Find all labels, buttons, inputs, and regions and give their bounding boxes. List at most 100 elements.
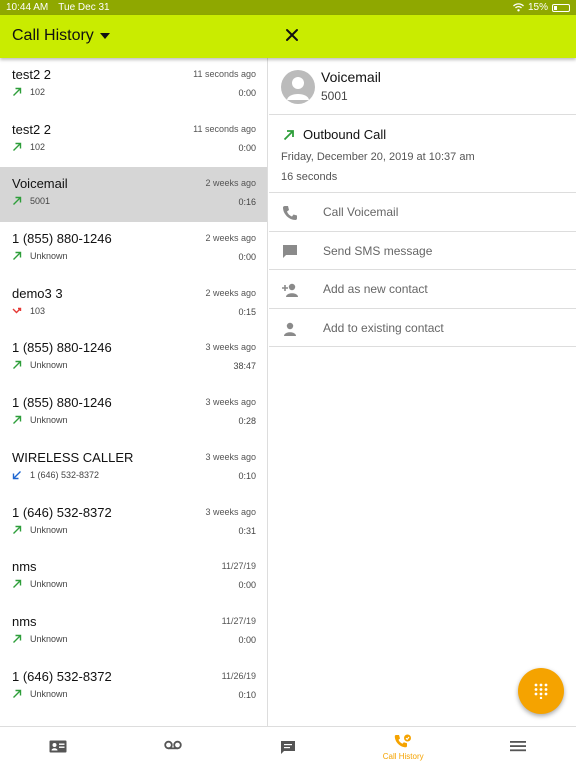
call-duration: 0:00 bbox=[238, 88, 256, 98]
call-duration: 0:15 bbox=[238, 306, 256, 317]
call-name: 1 (646) 532-8372 bbox=[12, 668, 112, 684]
status-bar: 10:44 AM Tue Dec 31 15% bbox=[0, 0, 576, 15]
call-history-icon bbox=[395, 734, 412, 748]
call-number: 103 bbox=[30, 305, 46, 316]
call-list-item[interactable]: 1 (646) 532-8372 3 weeks ago Unknown 0:31 bbox=[0, 496, 267, 551]
app-bar: Call History bbox=[0, 15, 576, 58]
outbound-arrow-icon bbox=[13, 525, 22, 534]
tab-contacts[interactable] bbox=[0, 727, 115, 768]
call-duration: 0:00 bbox=[238, 634, 256, 645]
menu-icon bbox=[510, 741, 527, 752]
chat-icon bbox=[281, 741, 295, 754]
battery-percent: 15% bbox=[527, 2, 548, 13]
call-list-item[interactable]: nms 11/27/19 Unknown 0:00 bbox=[0, 550, 267, 605]
missed-call-icon bbox=[12, 307, 22, 314]
tab-menu[interactable] bbox=[461, 727, 576, 768]
call-sub: 5001 bbox=[12, 196, 50, 206]
call-time: 11/26/19 bbox=[221, 670, 256, 681]
call-time: 3 weeks ago bbox=[205, 342, 256, 353]
call-sub: Unknown bbox=[12, 251, 68, 261]
outbound-arrow-icon bbox=[13, 197, 22, 206]
action-label: Send SMS message bbox=[323, 243, 433, 258]
call-name: Voicemail bbox=[12, 176, 68, 192]
phone-icon bbox=[283, 206, 297, 220]
call-list-item[interactable]: nms 11/27/19 Unknown 0:00 bbox=[0, 605, 267, 660]
call-sub: Unknown bbox=[12, 360, 68, 370]
call-list-item[interactable]: 1 (855) 880-1246 3 weeks ago Unknown 0:28 bbox=[0, 386, 267, 441]
call-list-item[interactable]: 1 (646) 532-8372 11/26/19 Unknown 0:10 bbox=[0, 660, 267, 715]
call-duration: 0:00 bbox=[238, 142, 256, 153]
call-number: 102 bbox=[30, 141, 46, 152]
call-sub: Unknown bbox=[12, 579, 68, 589]
call-duration: 38:47 bbox=[233, 361, 256, 372]
call-list-item[interactable]: WIRELESS CALLER 3 weeks ago 1 (646) 532-83… bbox=[0, 441, 267, 496]
call-name: 1 (855) 880-1246 bbox=[12, 231, 112, 247]
person-avatar-icon bbox=[287, 77, 309, 100]
outbound-arrow-icon bbox=[13, 361, 22, 370]
outbound-arrow-icon bbox=[283, 129, 294, 140]
call-date: Friday, December 20, 2019 at 10:37 am bbox=[281, 151, 475, 163]
avatar bbox=[281, 70, 315, 104]
tab-bar: Call History bbox=[0, 726, 576, 768]
call-list-item[interactable]: 1 (855) 880-1246 3 weeks ago Unknown 38:47 bbox=[0, 331, 267, 386]
tab-messages[interactable] bbox=[230, 727, 345, 768]
outbound-arrow-icon bbox=[13, 415, 22, 425]
call-sub: Unknown bbox=[12, 689, 68, 699]
call-duration: 0:10 bbox=[238, 470, 256, 481]
call-type-row: Outbound Call bbox=[283, 127, 386, 142]
action-label: Add to existing contact bbox=[323, 320, 444, 335]
status-time: 10:44 AM bbox=[6, 2, 49, 13]
call-duration: 16 seconds bbox=[281, 171, 338, 183]
call-list-item[interactable]: demo3 3 2 weeks ago 103 0:15 bbox=[0, 277, 267, 332]
call-list: test2 2 11 seconds ago 102 0:00 test2 2 11 se… bbox=[0, 58, 268, 726]
call-duration: 0:28 bbox=[238, 416, 256, 427]
dialpad-button[interactable] bbox=[518, 668, 564, 714]
outbound-arrow-icon bbox=[13, 87, 22, 96]
outbound-arrow-icon bbox=[13, 634, 22, 643]
add-existing-contact-action[interactable]: Add to existing contact bbox=[269, 309, 576, 347]
call-time: 3 weeks ago bbox=[205, 451, 256, 462]
call-type: Outbound Call bbox=[303, 127, 387, 142]
call-name: test2 2 bbox=[12, 121, 52, 137]
call-list-item[interactable]: 1 (855) 880-1246 2 weeks ago Unknown 0:00 bbox=[0, 222, 267, 277]
call-history-dropdown[interactable]: Call History bbox=[12, 27, 110, 45]
call-info: Outbound Call Friday, December 20, 2019 … bbox=[269, 115, 576, 193]
call-number: Unknown bbox=[30, 524, 68, 535]
call-sub: 103 bbox=[12, 306, 45, 316]
call-sub: Unknown bbox=[12, 415, 68, 425]
call-name: WIRELESS CALLER bbox=[12, 449, 134, 465]
action-label: Add as new contact bbox=[323, 282, 428, 296]
outbound-arrow-icon bbox=[13, 579, 22, 589]
call-duration: 0:10 bbox=[238, 689, 256, 700]
call-number: Unknown bbox=[30, 360, 68, 371]
outbound-arrow-icon bbox=[13, 689, 22, 698]
call-name: test2 2 bbox=[12, 67, 52, 82]
call-sub: 102 bbox=[12, 87, 45, 97]
call-list-item[interactable]: test2 2 11 seconds ago 102 0:00 bbox=[0, 113, 267, 168]
call-number: Unknown bbox=[30, 251, 68, 262]
close-icon[interactable] bbox=[282, 25, 302, 45]
call-voicemail-action[interactable]: Call Voicemail bbox=[269, 193, 576, 232]
call-number: 5001 bbox=[30, 196, 51, 207]
call-time: 11/27/19 bbox=[221, 615, 256, 626]
call-sub: 1 (646) 532-8372 bbox=[12, 470, 99, 480]
call-number: 1 (646) 532-8372 bbox=[30, 469, 100, 480]
call-duration: 0:31 bbox=[238, 525, 256, 536]
tab-call-history[interactable]: Call History bbox=[346, 727, 461, 768]
outbound-arrow-icon bbox=[13, 251, 22, 261]
call-name: 1 (646) 532-8372 bbox=[12, 504, 112, 520]
outbound-arrow-icon bbox=[13, 142, 22, 151]
action-label: Call Voicemail bbox=[323, 205, 399, 219]
call-list-item[interactable]: Voicemail 2 weeks ago 5001 0:16 bbox=[0, 167, 267, 223]
call-time: 3 weeks ago bbox=[205, 506, 256, 517]
call-name: 1 (855) 880-1246 bbox=[12, 340, 112, 356]
call-time: 2 weeks ago bbox=[205, 287, 256, 298]
call-sub: Unknown bbox=[12, 525, 68, 535]
call-number: 102 bbox=[30, 87, 46, 97]
add-new-contact-action[interactable]: Add as new contact bbox=[269, 270, 576, 309]
tab-voicemail[interactable] bbox=[115, 727, 230, 768]
status-right: 15% bbox=[513, 2, 570, 13]
page-title: Call History bbox=[12, 27, 94, 44]
call-list-item[interactable]: test2 2 11 seconds ago 102 0:00 bbox=[0, 58, 267, 113]
send-sms-action[interactable]: Send SMS message bbox=[269, 232, 576, 270]
